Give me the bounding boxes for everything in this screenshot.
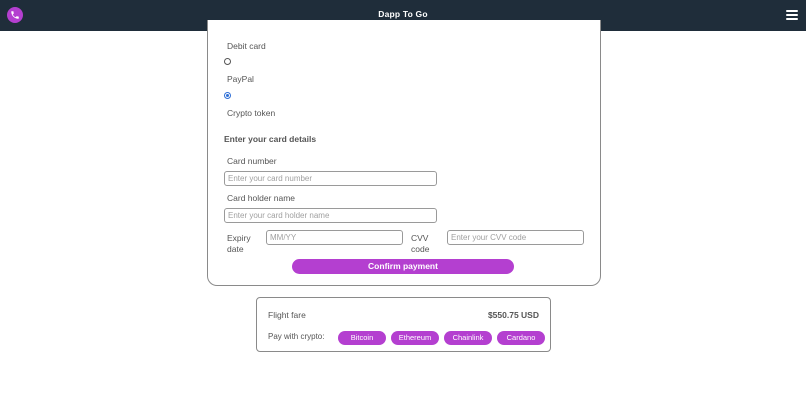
confirm-payment-button[interactable]: Confirm payment bbox=[292, 259, 514, 274]
payment-option-label: PayPal bbox=[227, 74, 254, 84]
hamburger-menu-icon[interactable] bbox=[786, 10, 798, 20]
expiry-label: Expiry bbox=[227, 233, 251, 243]
expiry-label-line2: date bbox=[227, 244, 244, 254]
crypto-label: Pay with crypto: bbox=[268, 332, 325, 341]
crypto-button-ethereum[interactable]: Ethereum bbox=[391, 331, 439, 345]
fare-value: $550.75 USD bbox=[487, 310, 539, 320]
payment-option-label: Crypto token bbox=[227, 108, 276, 118]
fare-label: Flight fare bbox=[268, 310, 306, 320]
payment-radio-paypal[interactable] bbox=[224, 58, 231, 65]
card-holder-label: Card holder name bbox=[227, 193, 296, 203]
card-number-label: Card number bbox=[227, 156, 277, 166]
card-details-heading: Enter your card details bbox=[224, 134, 317, 144]
expiry-input[interactable] bbox=[266, 230, 403, 245]
crypto-button-chainlink[interactable]: Chainlink bbox=[444, 331, 492, 345]
fare-summary-box: Flight fare $550.75 USD Pay with crypto:… bbox=[256, 297, 551, 352]
payment-form-card bbox=[207, 20, 601, 286]
payment-radio-crypto[interactable] bbox=[224, 92, 231, 99]
payment-option-label: Debit card bbox=[227, 41, 266, 51]
crypto-button-cardano[interactable]: Cardano bbox=[497, 331, 545, 345]
cvv-label-line2: code bbox=[411, 244, 430, 254]
cvv-label: CVV bbox=[411, 233, 429, 243]
card-holder-input[interactable] bbox=[224, 208, 437, 223]
card-number-input[interactable] bbox=[224, 171, 437, 186]
cvv-input[interactable] bbox=[447, 230, 584, 245]
crypto-button-bitcoin[interactable]: Bitcoin bbox=[338, 331, 386, 345]
app-title: Dapp To Go bbox=[378, 9, 428, 19]
